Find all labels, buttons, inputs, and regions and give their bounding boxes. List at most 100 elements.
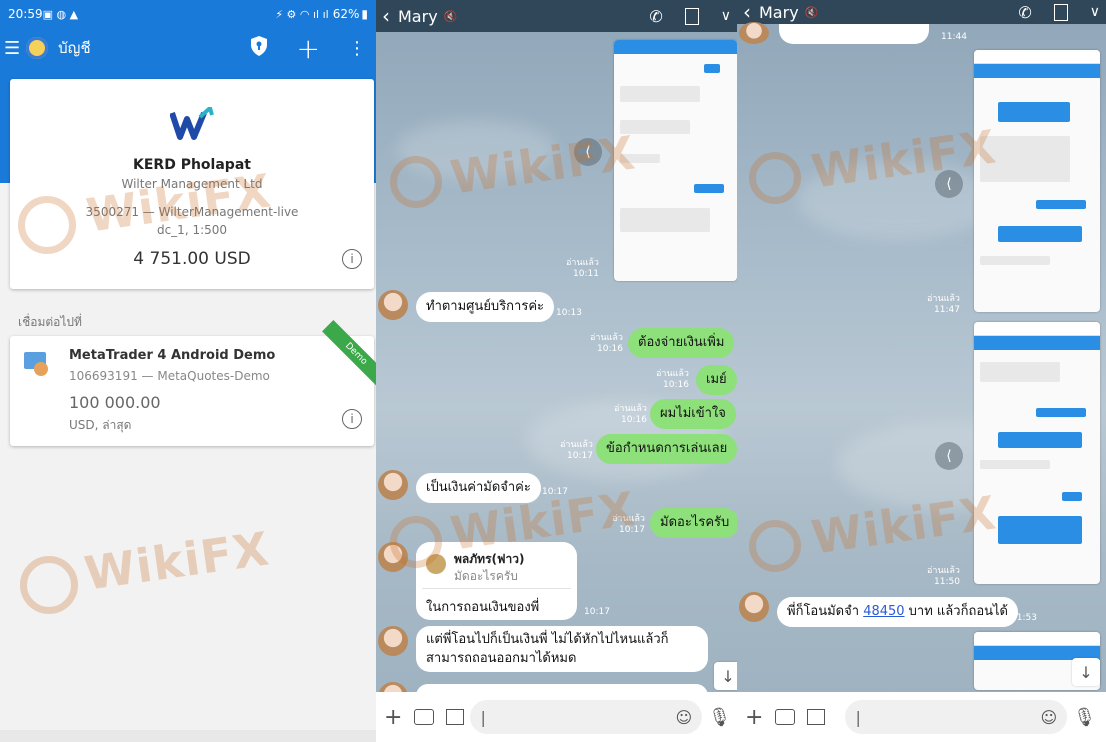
watermark-logo: [20, 556, 78, 614]
watermark-text: WikiFX: [81, 521, 273, 601]
image-icon[interactable]: [446, 709, 465, 725]
mute-icon: 🔇: [804, 5, 819, 19]
message-bubble: เมย์: [696, 365, 737, 395]
message-time: 10:17: [584, 607, 610, 617]
emoji-icon[interactable]: ☺: [1040, 708, 1057, 727]
message-bubble: พี่ก็โอนมัดจำ 48450 บาท แล้วก็ถอนได้: [777, 597, 1018, 627]
demo-account-name: MetaTrader 4 Android Demo: [69, 348, 276, 363]
bottom-nav-bar: [0, 730, 376, 742]
message-input[interactable]: | ☺: [470, 700, 703, 734]
status-bar: 20:59 ▣ ◍ ▲ ⚡ ⚙ ◠ ıl ıl 62% ▮: [0, 0, 376, 28]
mt4-panel: 20:59 ▣ ◍ ▲ ⚡ ⚙ ◠ ıl ıl 62% ▮ ☰ บัญชี + …: [0, 0, 376, 742]
msg-read-time: อ่านแล้ว 10:16: [590, 333, 623, 354]
toolbar: ☰ บัญชี + ⋮: [0, 28, 376, 68]
msg-read-time: อ่านแล้ว 10:16: [656, 369, 689, 390]
account-company: Wilter Management Ltd: [121, 177, 263, 191]
message-bubble: ข้อกำหนดการเล่นเลย: [596, 434, 737, 464]
demo-account-card[interactable]: MetaTrader 4 Android Demo 106693191 — Me…: [10, 320, 376, 446]
message-bubble: เป็นเงินค่ามัดจำค่ะ: [416, 473, 541, 503]
message-bubble: ผมไม่เข้าใจ: [650, 399, 736, 429]
reply-bubble: พลภัทร(ฟาว) มัดอะไรครับ ในการถอนเงินของพ…: [416, 542, 577, 620]
share-icon[interactable]: ⟨: [574, 138, 602, 166]
chat-header: ‹ Mary 🔇 ✆ ∨: [376, 0, 737, 32]
account-group-leverage: dc_1, 1:500: [156, 223, 228, 237]
back-icon[interactable]: ‹: [382, 4, 390, 28]
chevron-down-icon[interactable]: ∨: [721, 8, 731, 24]
msg-read-time: อ่านแล้ว 11:47: [927, 294, 960, 315]
contact-name: Mary: [398, 6, 438, 26]
reply-text: ในการถอนเงินของพี่: [426, 600, 540, 615]
message-bubble-multiline: แต่พี่โอนไปก็เป็นเงินพี่ ไม่ได้หักไปไหนแ…: [416, 626, 708, 672]
phone-icon[interactable]: ✆: [1018, 3, 1031, 22]
message-time: 10:17: [542, 487, 568, 497]
chat-panel-1: ‹ Mary 🔇 ✆ ∨ ⟨ อ่านแล้ว 10:11 ทำตามศูนย์บ…: [376, 0, 737, 742]
msg-read-time: อ่านแล้ว 10:16: [614, 404, 647, 425]
microphone-icon[interactable]: 🎙: [1073, 707, 1096, 728]
contact-avatar: [378, 542, 408, 572]
share-icon[interactable]: ⟨: [935, 170, 963, 198]
demo-ribbon: Demo: [322, 320, 376, 388]
notes-icon[interactable]: [684, 7, 699, 25]
contact-avatar: [378, 626, 408, 656]
chevron-down-icon[interactable]: ∨: [1090, 4, 1100, 20]
chat-image-screenshot[interactable]: [974, 50, 1100, 312]
mute-icon: 🔇: [443, 9, 458, 23]
add-icon[interactable]: +: [745, 705, 763, 730]
account-balance: 4 751.00 USD: [133, 249, 251, 269]
scroll-down-button[interactable]: ↓: [1072, 658, 1100, 686]
message-input[interactable]: | ☺: [845, 700, 1068, 734]
account-number-server: 3500271 — WilterManagement-live: [85, 205, 299, 219]
menu-icon[interactable]: ☰: [4, 38, 20, 59]
chat-header: ‹ Mary 🔇 ✆ ∨: [737, 0, 1106, 24]
share-icon[interactable]: ⟨: [935, 442, 963, 470]
msg-read-time: อ่านแล้ว 10:11: [566, 258, 599, 279]
message-time: 11:53: [1011, 613, 1037, 623]
add-icon[interactable]: +: [384, 705, 402, 730]
account-card[interactable]: KERD Pholapat Wilter Management Ltd 3500…: [10, 79, 374, 289]
microphone-icon[interactable]: 🎙: [708, 707, 731, 728]
message-bubble: ต้องจ่ายเงินเพิ่ม: [628, 328, 735, 358]
demo-info-icon[interactable]: i: [342, 409, 362, 429]
shield-icon[interactable]: [249, 35, 269, 61]
emoji-icon[interactable]: ☺: [675, 708, 692, 727]
message-time: 10:13: [556, 308, 582, 318]
signal-icon: ⚡ ⚙ ◠ ıl ıl: [275, 7, 329, 21]
contact-avatar: [378, 470, 408, 500]
account-name: KERD Pholapat: [133, 157, 251, 173]
info-icon[interactable]: i: [342, 249, 362, 269]
chat-image-screenshot[interactable]: [974, 322, 1100, 584]
camera-icon[interactable]: [414, 709, 435, 725]
battery-icon: ▮: [361, 7, 368, 21]
image-icon[interactable]: [807, 709, 826, 725]
reply-quote: มัดอะไรครับ: [454, 569, 518, 583]
contact-avatar: [378, 290, 408, 320]
chat-image-screenshot[interactable]: [614, 40, 737, 281]
more-options-icon[interactable]: ⋮: [348, 38, 366, 59]
message-time: 11:44: [941, 32, 967, 42]
scroll-down-button[interactable]: ↓: [714, 662, 737, 690]
camera-icon[interactable]: [775, 709, 796, 725]
status-time: 20:59: [8, 7, 43, 21]
chat-input-bar: + | ☺ 🎙: [376, 692, 737, 742]
app-logo-icon: [26, 37, 49, 59]
chat-input-bar: + | ☺ 🎙: [737, 692, 1106, 742]
notes-icon[interactable]: [1053, 3, 1068, 21]
chat-panel-2: ‹ Mary 🔇 ✆ ∨ 11:44 ⟨ อ่านแล้ว 11:47 ⟨ อ่า…: [737, 0, 1106, 742]
wilter-logo-icon: [170, 107, 214, 140]
back-icon[interactable]: ‹: [743, 0, 751, 24]
amount-link[interactable]: 48450: [863, 604, 904, 619]
status-icons: ▣ ◍ ▲: [42, 7, 79, 21]
contact-avatar: [739, 22, 769, 44]
demo-account-currency: USD, ล่าสุด: [69, 418, 132, 432]
add-icon[interactable]: +: [297, 32, 320, 65]
msg-read-time: อ่านแล้ว 11:50: [927, 566, 960, 587]
phone-icon[interactable]: ✆: [649, 7, 662, 26]
connect-to-label: เชื่อมต่อไปที่: [18, 315, 82, 329]
page-title: บัญชี: [58, 39, 91, 57]
demo-account-balance: 100 000.00: [69, 393, 161, 412]
contact-name: Mary: [759, 2, 799, 22]
message-bubble: ทำตามศูนย์บริการค่ะ: [416, 292, 555, 322]
message-bubble: มัดอะไรครับ: [650, 508, 737, 538]
contact-avatar: [739, 592, 769, 622]
msg-read-time: อ่านแล้ว 10:17: [612, 514, 645, 535]
